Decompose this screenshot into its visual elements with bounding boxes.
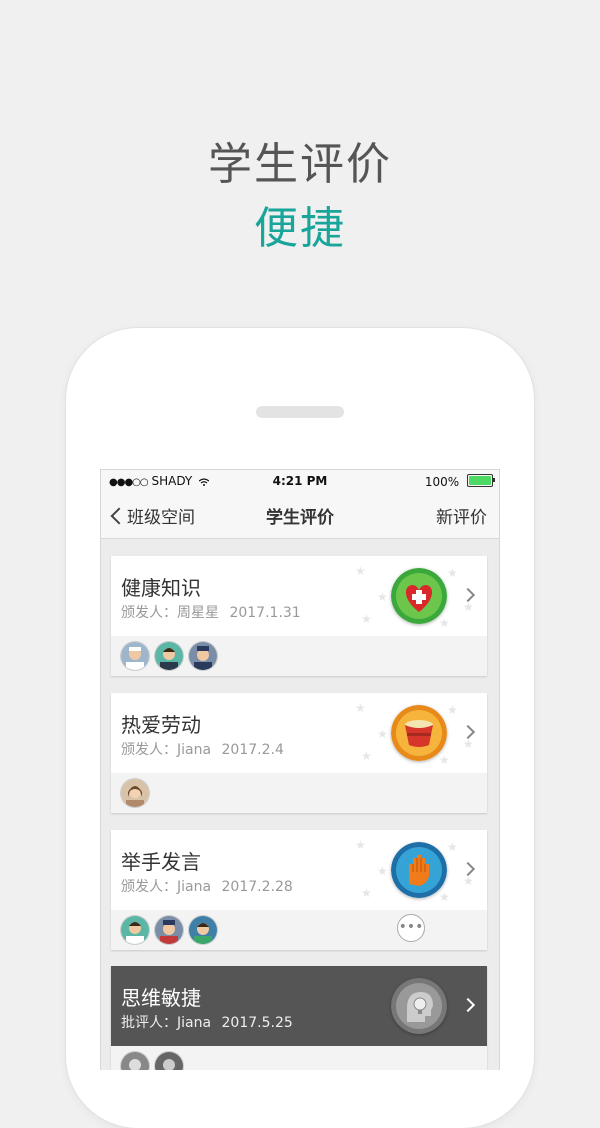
card-name: 举手发言: [121, 850, 201, 874]
avatar: [121, 779, 149, 807]
nav-bar: 班级空间 学生评价 新评价: [101, 492, 499, 539]
evaluation-card[interactable]: ★ ★ ★ ★ ★ ★ 健康知识 颁发人：周星星 2017.1.31: [111, 556, 487, 676]
hero-subtitle: 便捷: [254, 203, 346, 254]
students-row: [111, 1046, 487, 1070]
issuer-name: Jiana: [177, 1015, 212, 1031]
avatar: [155, 1052, 183, 1070]
bucket-icon: [391, 705, 447, 761]
students-row: •••: [111, 910, 487, 950]
avatar: [121, 1052, 149, 1070]
card-name: 思维敏捷: [121, 986, 201, 1010]
new-evaluation-button[interactable]: 新评价: [436, 503, 487, 528]
evaluation-card[interactable]: 思维敏捷 批评人：Jiana 2017.5.25: [111, 966, 487, 1070]
avatar: [155, 916, 183, 944]
issuer-label: 颁发人：: [121, 605, 177, 621]
raised-hand-icon: [391, 842, 447, 898]
card-date: 2017.1.31: [229, 605, 301, 621]
hero-title: 学生评价: [208, 139, 392, 190]
avatar: [121, 642, 149, 670]
avatar: [189, 642, 217, 670]
issuer-label: 颁发人：: [121, 879, 177, 895]
card-meta: 批评人：Jiana 2017.5.25: [121, 1012, 299, 1032]
card-meta: 颁发人：周星星 2017.1.31: [121, 602, 307, 622]
evaluation-card[interactable]: ★ ★ ★ ★ ★ ★ 热爱劳动 颁发人：Jiana 2017.2.4: [111, 693, 487, 813]
card-name: 健康知识: [121, 576, 201, 600]
issuer-label: 颁发人：: [121, 742, 177, 758]
brain-bulb-icon: [391, 978, 447, 1034]
evaluation-card[interactable]: ★ ★ ★ ★ ★ ★ 举手发言 颁发人：Jiana 2017.2.28 •••: [111, 830, 487, 950]
battery: 100%: [424, 474, 495, 489]
issuer-name: Jiana: [177, 879, 212, 895]
card-date: 2017.5.25: [221, 1015, 293, 1031]
status-bar: ●●●○○ SHADY 4:21 PM 100%: [101, 470, 499, 492]
avatar: [189, 916, 217, 944]
card-meta: 颁发人：Jiana 2017.2.4: [121, 739, 290, 759]
issuer-label: 批评人：: [121, 1015, 177, 1031]
phone-speaker: [256, 406, 344, 418]
card-meta: 颁发人：Jiana 2017.2.28: [121, 876, 299, 896]
avatar: [121, 916, 149, 944]
issuer-name: Jiana: [177, 742, 212, 758]
card-name: 热爱劳动: [121, 713, 201, 737]
chevron-right-icon: [460, 997, 476, 1013]
students-row: [111, 773, 487, 813]
more-button[interactable]: •••: [397, 914, 425, 942]
issuer-name: 周星星: [177, 605, 219, 621]
battery-icon: [467, 474, 495, 487]
card-date: 2017.2.28: [221, 879, 293, 895]
phone-screen: ●●●○○ SHADY 4:21 PM 100% 班级空间 学生评价 新评价 ★…: [100, 469, 500, 1070]
heart-cross-icon: [391, 568, 447, 624]
battery-percent: 100%: [424, 475, 460, 489]
avatar: [155, 642, 183, 670]
students-row: [111, 636, 487, 676]
card-date: 2017.2.4: [221, 742, 284, 758]
